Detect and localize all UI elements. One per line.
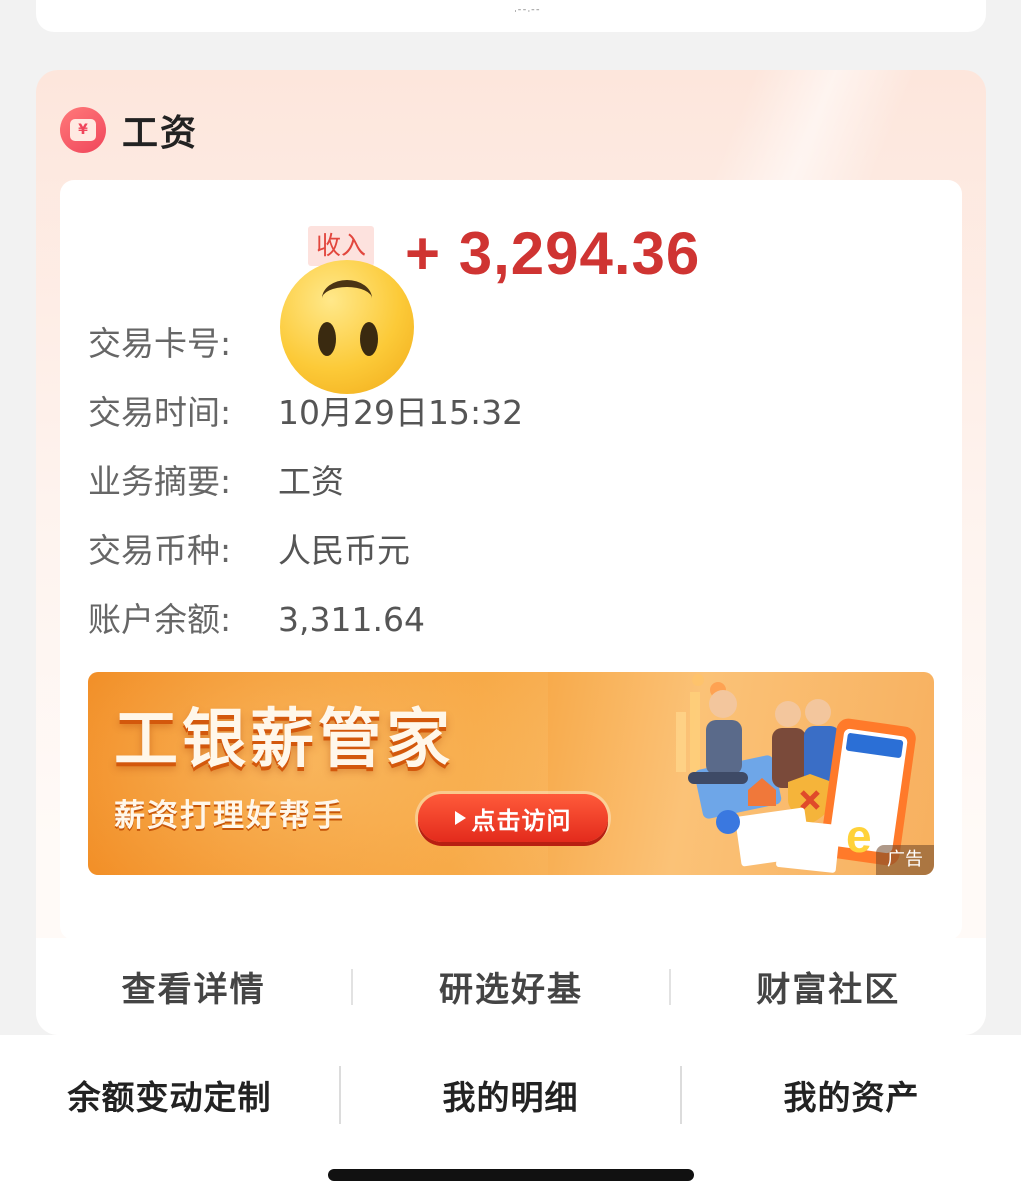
- play-triangle-icon: [454, 811, 466, 825]
- balance-alert-settings-button[interactable]: 余额变动定制: [0, 1071, 339, 1119]
- banner-title: 工银薪管家: [114, 703, 454, 777]
- svg-text:e: e: [846, 810, 872, 862]
- detail-row-time: 交易时间: 10月29日15:32: [88, 391, 523, 435]
- card-header: ¥ 工资: [60, 106, 198, 154]
- detail-label: 交易币种:: [88, 531, 232, 570]
- card-title: 工资: [122, 113, 199, 154]
- detail-value: 工资: [278, 462, 344, 501]
- truncated-text: ᐧᐨᐨᐧᐨᐨ: [514, 8, 541, 18]
- detail-value: 人民币元: [278, 531, 410, 570]
- ad-label: 广告: [876, 845, 934, 875]
- banner-button-label: 点击访问: [471, 806, 572, 835]
- detail-value: 3,311.64: [278, 600, 425, 639]
- bottom-nav: 余额变动定制 我的明细 我的资产: [0, 1063, 1021, 1127]
- yen-message-icon: ¥: [60, 107, 106, 153]
- detail-label: 业务摘要:: [88, 462, 232, 501]
- my-assets-button[interactable]: 我的资产: [682, 1071, 1021, 1119]
- promo-banner[interactable]: 工银薪管家 薪资打理好帮手 点击访问 e 广告: [88, 672, 934, 875]
- detail-row-card-number: 交易卡号:: [88, 322, 278, 366]
- detail-label: 账户余额:: [88, 600, 232, 639]
- detail-label: 交易时间:: [88, 393, 232, 432]
- transaction-details-panel: 收入 + 3,294.36 交易卡号: 交易时间: 10月29日15:32 业务摘…: [60, 180, 962, 940]
- detail-row-balance: 账户余额: 3,311.64: [88, 598, 425, 642]
- card-action-bar: 查看详情 研选好基 财富社区: [36, 938, 986, 1035]
- upside-down-face-emoji-icon: [280, 260, 414, 394]
- view-details-button[interactable]: 查看详情: [36, 962, 351, 1011]
- detail-row-summary: 业务摘要: 工资: [88, 460, 344, 504]
- bottom-bar: 余额变动定制 我的明细 我的资产: [0, 1035, 1021, 1200]
- previous-message-card: ᐧᐨᐨᐧᐨᐨ: [36, 0, 986, 32]
- detail-value: 10月29日15:32: [278, 393, 524, 432]
- banner-visit-button[interactable]: 点击访问: [418, 794, 608, 842]
- home-indicator[interactable]: [328, 1169, 694, 1181]
- selected-funds-button[interactable]: 研选好基: [353, 962, 668, 1011]
- salary-message-card[interactable]: ¥ 工资 收入 + 3,294.36 交易卡号: 交易时间: 10月29日15:3…: [36, 70, 986, 1035]
- banner-subtitle: 薪资打理好帮手: [114, 798, 345, 834]
- detail-row-currency: 交易币种: 人民币元: [88, 529, 410, 573]
- my-details-button[interactable]: 我的明细: [341, 1071, 680, 1119]
- wealth-community-button[interactable]: 财富社区: [671, 962, 986, 1011]
- transaction-amount: + 3,294.36: [405, 220, 701, 287]
- detail-label: 交易卡号:: [88, 324, 232, 363]
